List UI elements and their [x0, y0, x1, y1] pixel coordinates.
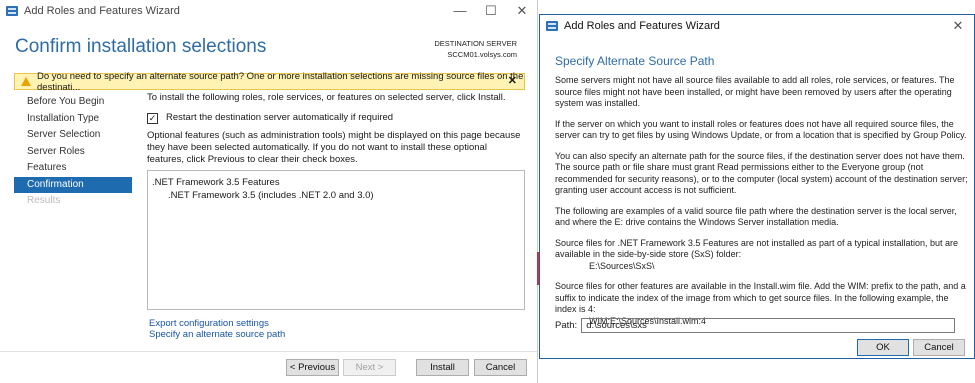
- dialog-title: Add Roles and Features Wizard: [564, 20, 720, 32]
- path-row: Path: d:\sources\sxs: [555, 318, 956, 333]
- warning-close-icon[interactable]: ✕: [508, 74, 517, 89]
- main-wizard-window: Add Roles and Features Wizard — ☐ ✕ Conf…: [0, 0, 538, 383]
- dialog-cancel-button[interactable]: Cancel: [913, 339, 965, 356]
- restart-checkbox[interactable]: ✓: [147, 112, 158, 124]
- export-configuration-link[interactable]: Export configuration settings: [149, 318, 269, 329]
- restart-checkbox-row[interactable]: ✓ Restart the destination server automat…: [147, 112, 525, 124]
- warning-icon: [21, 77, 31, 86]
- page-title: Confirm installation selections: [15, 36, 267, 57]
- sxs-path-example: E:\Sources\SxS\: [589, 260, 655, 271]
- destination-server-name: SCCM01.volsys.com: [447, 50, 517, 59]
- feature-parent-item: .NET Framework 3.5 Features: [152, 177, 280, 188]
- paragraph-examples: The following are examples of a valid so…: [555, 205, 957, 228]
- selected-features-list: .NET Framework 3.5 Features .NET Framewo…: [147, 170, 525, 310]
- confirmation-content: To install the following roles, role ser…: [147, 92, 525, 166]
- close-icon[interactable]: ✕: [508, 3, 536, 19]
- nav-item-features[interactable]: Features: [14, 160, 132, 177]
- optional-features-text: Optional features (such as administratio…: [147, 130, 521, 165]
- intro-text: To install the following roles, role ser…: [147, 92, 506, 103]
- alternate-source-dialog: Add Roles and Features Wizard ✕ Specify …: [539, 14, 975, 359]
- feature-child-item: .NET Framework 3.5 (includes .NET 2.0 an…: [168, 190, 374, 201]
- dialog-body: Some servers might not have all source f…: [555, 75, 970, 336]
- server-manager-icon: [546, 21, 558, 31]
- previous-button[interactable]: < Previous: [286, 359, 339, 376]
- paragraph-wim: Source files for other features are avai…: [555, 281, 966, 314]
- install-button[interactable]: Install: [416, 359, 469, 376]
- ok-button[interactable]: OK: [857, 339, 909, 356]
- destination-server-label: DESTINATION SERVER: [434, 39, 517, 48]
- destination-server-info: DESTINATION SERVER SCCM01.volsys.com: [434, 38, 517, 60]
- path-input[interactable]: d:\sources\sxs: [581, 318, 956, 333]
- footer-divider: [0, 351, 537, 352]
- cancel-button[interactable]: Cancel: [474, 359, 527, 376]
- paragraph-windows-update: If the server on which you want to insta…: [555, 118, 967, 141]
- wizard-nav: Before You Begin Installation Type Serve…: [14, 94, 132, 210]
- warning-text: Do you need to specify an alternate sour…: [37, 70, 524, 93]
- minimize-icon[interactable]: —: [446, 3, 474, 19]
- nav-item-server-roles[interactable]: Server Roles: [14, 144, 132, 161]
- nav-item-confirmation[interactable]: Confirmation: [14, 176, 132, 193]
- next-button: Next >: [343, 359, 396, 376]
- maximize-icon[interactable]: ☐: [477, 3, 505, 19]
- paragraph-permissions: You can also specify an alternate path f…: [555, 150, 968, 196]
- close-icon[interactable]: ✕: [944, 18, 972, 34]
- server-manager-icon: [6, 6, 18, 16]
- nav-item-installation-type[interactable]: Installation Type: [14, 111, 132, 128]
- main-window-title: Add Roles and Features Wizard: [24, 5, 180, 17]
- paragraph-source-availability: Some servers might not have all source f…: [555, 75, 955, 108]
- main-title-bar[interactable]: Add Roles and Features Wizard — ☐ ✕: [0, 0, 537, 22]
- path-label: Path:: [555, 320, 578, 331]
- dialog-heading: Specify Alternate Source Path: [555, 54, 715, 68]
- nav-item-results: Results: [27, 195, 61, 206]
- specify-alternate-source-link[interactable]: Specify an alternate source path: [149, 329, 285, 340]
- nav-item-before-you-begin[interactable]: Before You Begin: [14, 94, 132, 111]
- nav-item-server-selection[interactable]: Server Selection: [14, 127, 132, 144]
- dialog-title-bar[interactable]: Add Roles and Features Wizard ✕: [540, 15, 974, 37]
- alternate-source-warning-bar: Do you need to specify an alternate sour…: [14, 70, 525, 93]
- paragraph-sxs: Source files for .NET Framework 3.5 Feat…: [555, 237, 959, 260]
- restart-checkbox-label[interactable]: Restart the destination server automatic…: [166, 112, 393, 124]
